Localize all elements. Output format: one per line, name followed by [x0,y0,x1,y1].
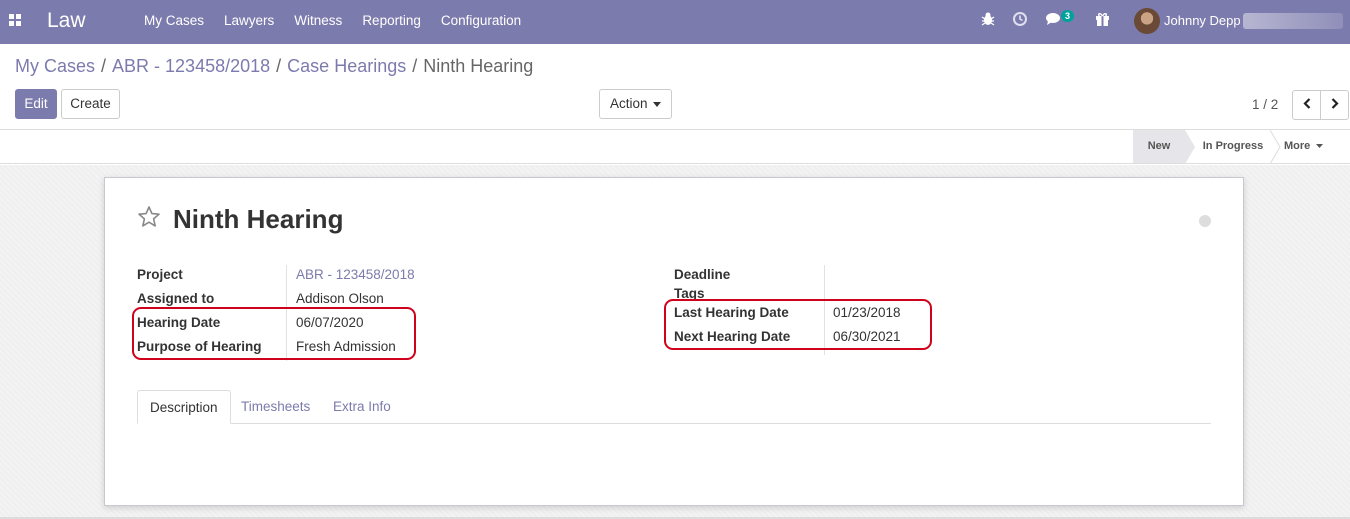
menu-configuration[interactable]: Configuration [431,0,531,44]
pager-value[interactable]: 1 / 2 [1252,97,1278,112]
breadcrumb-current: Ninth Hearing [423,56,534,76]
redacted-area [1243,13,1343,29]
status-bar: New In Progress More [0,129,1350,164]
stage-new[interactable]: New [1133,130,1185,163]
gift-icon[interactable] [1094,11,1110,29]
status-dot-icon[interactable] [1199,215,1211,227]
breadcrumb: My Cases / ABR - 123458/2018 / Case Hear… [15,56,533,77]
highlight-box-dates [664,299,932,350]
chevron-right-icon [1331,98,1339,109]
chat-icon[interactable] [1045,11,1061,29]
tab-extra-info[interactable]: Extra Info [321,390,403,424]
notebook-tabs: Description Timesheets Extra Info [137,390,1211,424]
tab-description[interactable]: Description [137,390,231,424]
apps-grid-icon[interactable] [9,14,22,27]
action-dropdown[interactable]: Action [599,89,672,119]
user-name[interactable]: Johnny Depp [1164,13,1241,28]
breadcrumb-separator: / [276,56,282,76]
clock-icon[interactable] [1012,11,1028,29]
stage-more-dropdown[interactable]: More [1284,130,1342,163]
chat-count-badge: 3 [1061,10,1075,22]
action-label: Action [610,96,648,111]
menu-lawyers[interactable]: Lawyers [214,0,284,44]
star-icon[interactable] [137,205,161,229]
next-record-button[interactable] [1321,91,1348,119]
project-link[interactable]: ABR - 123458/2018 [296,267,415,282]
previous-record-button[interactable] [1293,91,1321,119]
pager-buttons [1292,90,1349,120]
record-title[interactable]: Ninth Hearing [173,204,343,235]
top-navbar: Law My Cases Lawyers Witness Reporting C… [0,0,1350,44]
stage-arrow-outline [1270,130,1281,164]
project-label: Project [137,267,183,282]
stage-arrow [1185,130,1195,164]
stage-in-progress[interactable]: In Progress [1196,130,1270,163]
breadcrumb-separator: / [101,56,107,76]
chevron-left-icon [1302,98,1310,109]
assigned-to-label: Assigned to [137,291,215,306]
menu-reporting[interactable]: Reporting [352,0,431,44]
caret-down-icon [653,102,661,107]
create-button[interactable]: Create [61,89,120,119]
more-label: More [1284,140,1311,152]
app-brand[interactable]: Law [47,9,86,33]
main-menu: My Cases Lawyers Witness Reporting Confi… [134,0,531,44]
highlight-box-hearing [132,307,416,360]
tab-timesheets[interactable]: Timesheets [229,390,322,424]
bug-icon[interactable] [980,11,996,29]
caret-down-icon [1316,144,1324,148]
breadcrumb-my-cases[interactable]: My Cases [15,56,95,77]
breadcrumb-separator: / [412,56,418,76]
breadcrumb-case[interactable]: ABR - 123458/2018 [112,56,270,77]
menu-my-cases[interactable]: My Cases [134,0,214,44]
assigned-to-value[interactable]: Addison Olson [296,291,384,306]
edit-button[interactable]: Edit [15,89,57,119]
deadline-label: Deadline [674,267,731,282]
avatar[interactable] [1134,8,1160,34]
menu-witness[interactable]: Witness [284,0,352,44]
breadcrumb-case-hearings[interactable]: Case Hearings [287,56,406,77]
